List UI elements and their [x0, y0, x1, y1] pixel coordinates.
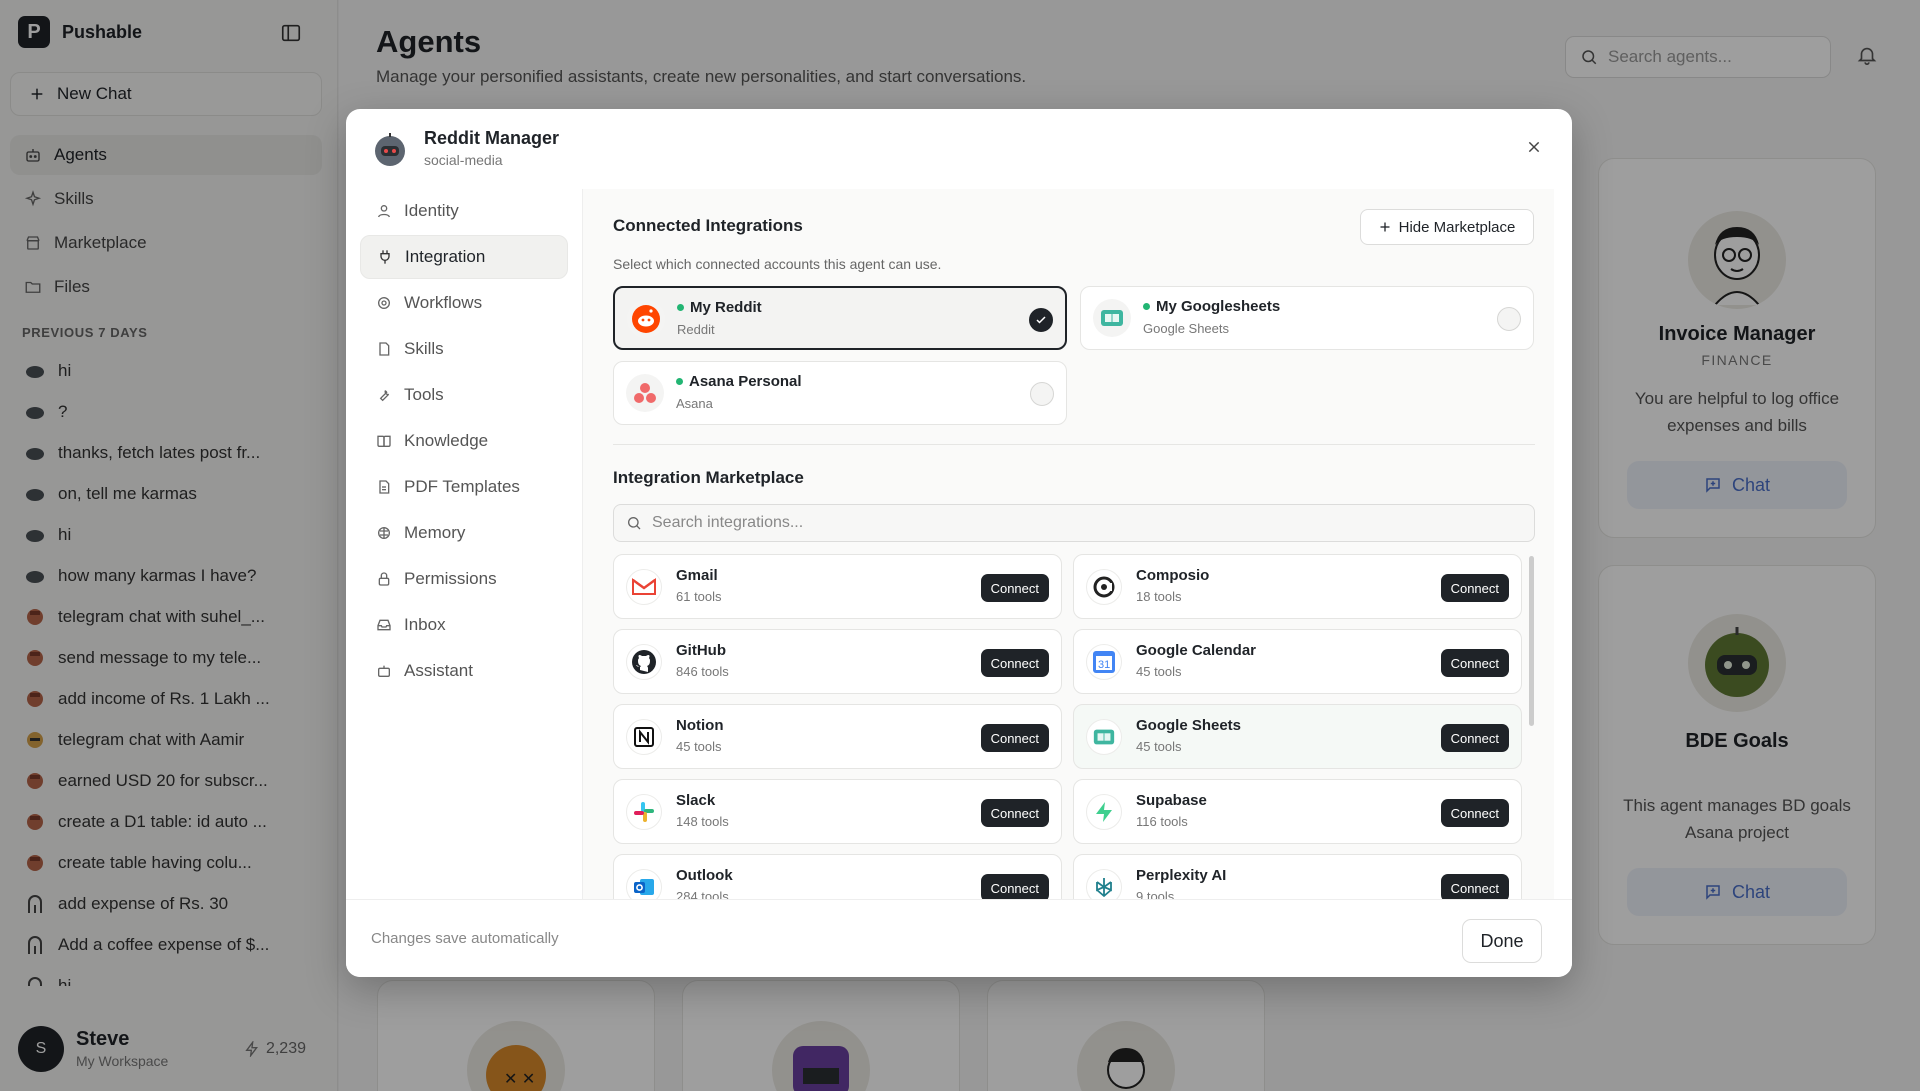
connected-account-card[interactable]: Asana Personal Asana [613, 361, 1067, 425]
done-button[interactable]: Done [1462, 919, 1542, 963]
selected-checkbox[interactable] [1029, 308, 1053, 332]
tab-knowledge[interactable]: Knowledge [360, 419, 568, 463]
notion-icon [626, 719, 662, 755]
tab-integration[interactable]: Integration [360, 235, 568, 279]
tab-inbox[interactable]: Inbox [360, 603, 568, 647]
tab-memory[interactable]: Memory [360, 511, 568, 555]
close-icon[interactable] [1526, 139, 1542, 155]
connect-button[interactable]: Connect [980, 574, 1049, 602]
integration-search-input[interactable]: Search integrations... [613, 504, 1535, 542]
agent-settings-dialog: Reddit Manager social-media Identity Int… [346, 109, 1572, 977]
file-icon [376, 341, 392, 357]
search-icon [626, 515, 642, 531]
connect-button[interactable]: Connect [1440, 724, 1509, 752]
gmail-icon [626, 569, 662, 605]
connected-account-card[interactable]: My Googlesheets Google Sheets [1080, 286, 1534, 350]
wrench-icon [376, 387, 392, 403]
integration-card-perplexity-ai: Perplexity AI 9 tools Connect [1073, 854, 1522, 899]
github-icon [626, 644, 662, 680]
marketplace-title: Integration Marketplace [613, 468, 804, 487]
bot-icon [376, 663, 392, 679]
dialog-nav: Identity Integration Workflows Skills To… [360, 189, 568, 695]
select-checkbox[interactable] [1497, 307, 1521, 331]
svg-text:31: 31 [1098, 659, 1110, 671]
integration-card-slack: Slack 148 tools Connect [613, 779, 1062, 844]
lock-icon [376, 571, 392, 587]
outlook-icon [626, 869, 662, 899]
integration-card-notion: Notion 45 tools Connect [613, 704, 1062, 769]
agent-avatar-icon [372, 131, 408, 167]
brain-icon [376, 525, 392, 541]
integration-card-gmail: Gmail 61 tools Connect [613, 554, 1062, 619]
tab-identity[interactable]: Identity [360, 189, 568, 233]
integration-card-outlook: Outlook 284 tools Connect [613, 854, 1062, 899]
inbox-icon [376, 617, 392, 633]
tab-tools[interactable]: Tools [360, 373, 568, 417]
dialog-header: Reddit Manager social-media [346, 109, 1572, 189]
google-sheets-icon [1093, 299, 1131, 337]
integration-card-composio: Composio 18 tools Connect [1073, 554, 1522, 619]
dialog-title: Reddit Manager [424, 128, 560, 148]
scrollbar[interactable] [1529, 556, 1534, 726]
perplexity-icon [1086, 869, 1122, 899]
integration-panel: Connected Integrations Hide Marketplace … [582, 189, 1554, 899]
plug-icon [377, 249, 393, 265]
connect-button[interactable]: Connect [980, 649, 1049, 677]
integration-card-google-sheets: Google Sheets 45 tools Connect [1073, 704, 1522, 769]
plus-icon [1379, 221, 1391, 233]
connected-account-card[interactable]: My Reddit Reddit [613, 286, 1067, 350]
online-dot [1143, 303, 1150, 310]
cog-icon [376, 295, 392, 311]
connect-button[interactable]: Connect [1440, 574, 1509, 602]
connect-button[interactable]: Connect [1440, 799, 1509, 827]
divider [613, 444, 1535, 445]
dialog-subtitle: social-media [424, 152, 503, 168]
tab-permissions[interactable]: Permissions [360, 557, 568, 601]
composio-icon [1086, 569, 1122, 605]
reddit-icon [627, 300, 665, 338]
connected-integrations-title: Connected Integrations [613, 216, 803, 235]
document-icon [376, 479, 392, 495]
tab-assistant[interactable]: Assistant [360, 649, 568, 693]
connected-integrations-description: Select which connected accounts this age… [613, 256, 942, 272]
google-calendar-icon: 31 [1086, 644, 1122, 680]
hide-marketplace-button[interactable]: Hide Marketplace [1360, 209, 1534, 245]
connect-button[interactable]: Connect [980, 799, 1049, 827]
asana-icon [626, 374, 664, 412]
connect-button[interactable]: Connect [1440, 649, 1509, 677]
select-checkbox[interactable] [1030, 382, 1054, 406]
autosave-note: Changes save automatically [371, 930, 559, 947]
online-dot [677, 304, 684, 311]
connect-button[interactable]: Connect [1440, 874, 1509, 899]
integration-card-github: GitHub 846 tools Connect [613, 629, 1062, 694]
tab-pdf-templates[interactable]: PDF Templates [360, 465, 568, 509]
connect-button[interactable]: Connect [980, 874, 1049, 899]
integration-card-supabase: Supabase 116 tools Connect [1073, 779, 1522, 844]
google-sheets-icon [1086, 719, 1122, 755]
supabase-icon [1086, 794, 1122, 830]
connect-button[interactable]: Connect [980, 724, 1049, 752]
tab-workflows[interactable]: Workflows [360, 281, 568, 325]
integration-card-google-calendar: 31 Google Calendar 45 tools Connect [1073, 629, 1522, 694]
tab-skills[interactable]: Skills [360, 327, 568, 371]
dialog-footer: Changes save automatically Done [346, 899, 1572, 977]
marketplace-grid: Gmail 61 tools Connect Composio 18 tools… [613, 554, 1535, 899]
online-dot [676, 378, 683, 385]
slack-icon [626, 794, 662, 830]
user-icon [376, 203, 392, 219]
book-icon [376, 433, 392, 449]
